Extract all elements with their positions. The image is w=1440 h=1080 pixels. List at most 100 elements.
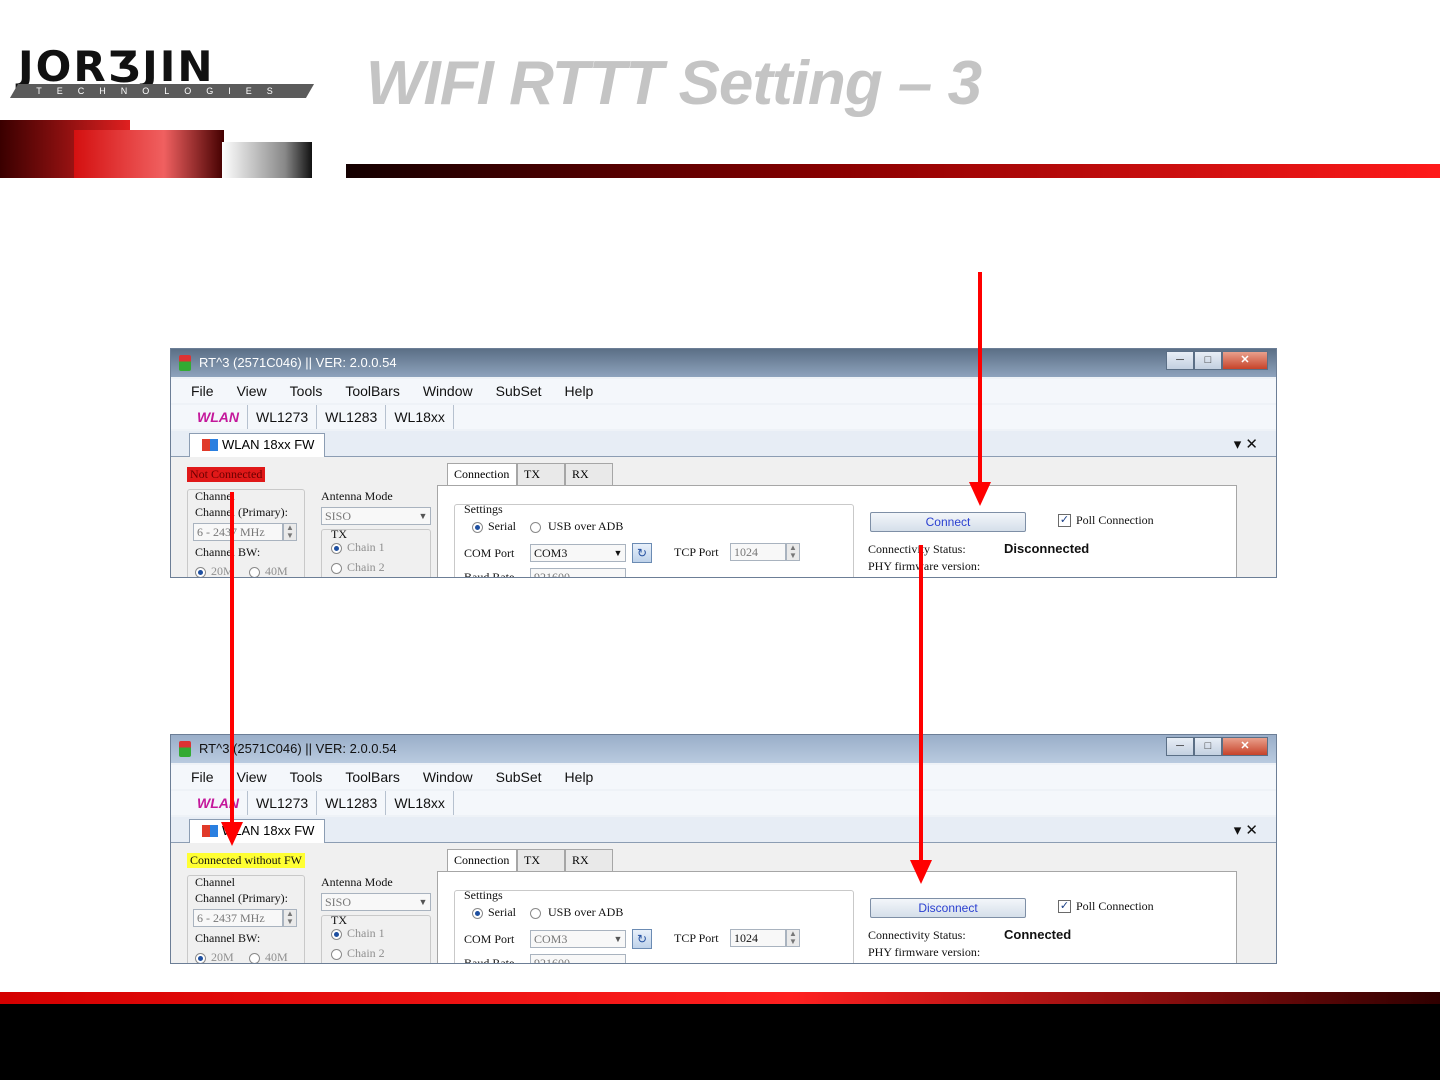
tx-label: TX: [331, 527, 347, 541]
bw-40m-radio[interactable]: [249, 953, 260, 963]
tab-connection[interactable]: Connection: [447, 463, 517, 485]
antenna-mode-label: Antenna Mode: [321, 489, 393, 503]
maximize-icon[interactable]: □: [1194, 737, 1222, 756]
toolbar-wlan[interactable]: WLAN: [197, 791, 248, 815]
tcp-port-spinner[interactable]: ▲ ▼: [786, 929, 800, 947]
connectivity-status-value: Connected: [1004, 927, 1072, 942]
slide: JORƷJIN TECHNOLOGIES WIFI RTTT Setting –…: [0, 0, 1440, 1080]
toolbar-wl18xx[interactable]: WL18xx: [386, 791, 454, 815]
connect-button[interactable]: Connect: [870, 512, 1026, 532]
toolbar-wl1283[interactable]: WL1283: [317, 405, 387, 429]
baud-rate-label: Baud Rate: [464, 570, 515, 578]
usb-adb-label: USB over ADB: [548, 519, 624, 533]
usb-adb-radio[interactable]: [530, 908, 541, 919]
menu-tools[interactable]: Tools: [290, 379, 323, 403]
toolbar-wl1283[interactable]: WL1283: [317, 791, 387, 815]
app-icon: [179, 355, 191, 371]
toolbar-wl18xx[interactable]: WL18xx: [386, 405, 454, 429]
menu-view[interactable]: View: [237, 379, 267, 403]
poll-connection-checkbox[interactable]: ✓: [1058, 514, 1071, 527]
channel-spinner[interactable]: ▲ ▼: [283, 909, 297, 927]
menu-tools[interactable]: Tools: [290, 765, 323, 789]
title-bar: RT^3 (2571C046) || VER: 2.0.0.54 ─ □ ✕: [171, 349, 1276, 377]
menu-window[interactable]: Window: [423, 379, 473, 403]
tab-tx[interactable]: TX: [517, 463, 565, 485]
tab-connection[interactable]: Connection: [447, 849, 517, 871]
close-icon[interactable]: ✕: [1222, 351, 1268, 370]
jorjin-logo: JORƷJIN TECHNOLOGIES: [8, 16, 315, 100]
channel-primary-field[interactable]: 6 - 2437 MHz: [193, 523, 283, 541]
menu-subset[interactable]: SubSet: [496, 379, 542, 403]
menu-view[interactable]: View: [237, 765, 267, 789]
toolbar-wlan[interactable]: WLAN: [197, 405, 248, 429]
minimize-icon[interactable]: ─: [1166, 351, 1194, 370]
window-title: RT^3 (2571C046) || VER: 2.0.0.54: [199, 741, 397, 756]
antenna-mode-select[interactable]: SISO: [321, 507, 431, 525]
annotation-arrow-disconnect: [919, 545, 923, 861]
app-window-connected: RT^3 (2571C046) || VER: 2.0.0.54 ─ □ ✕ F…: [170, 734, 1277, 964]
antenna-mode-label: Antenna Mode: [321, 875, 393, 889]
connection-status-label: Connected without FW: [187, 853, 305, 868]
tab-rx[interactable]: RX: [565, 849, 613, 871]
tab-wlan-18xx-fw[interactable]: WLAN 18xx FW: [189, 819, 325, 843]
bw-40m-radio[interactable]: [249, 567, 260, 577]
bw-20m-radio[interactable]: [195, 567, 206, 577]
com-port-label: COM Port: [464, 932, 515, 946]
menu-subset[interactable]: SubSet: [496, 765, 542, 789]
tab-rx[interactable]: RX: [565, 463, 613, 485]
serial-radio[interactable]: [472, 522, 483, 533]
chain2-radio[interactable]: [331, 949, 342, 960]
menu-file[interactable]: File: [191, 379, 214, 403]
baud-rate-select[interactable]: 921600: [530, 568, 626, 577]
chain2-radio[interactable]: [331, 563, 342, 574]
baud-rate-select[interactable]: 921600: [530, 954, 626, 963]
bw-20m-radio[interactable]: [195, 953, 206, 963]
chain1-radio[interactable]: [331, 929, 342, 940]
settings-group: [454, 890, 854, 963]
disconnect-button[interactable]: Disconnect: [870, 898, 1026, 918]
slide-title: WIFI RTTT Setting – 3: [366, 49, 982, 118]
channel-spinner[interactable]: ▲ ▼: [283, 523, 297, 541]
refresh-icon[interactable]: ↻: [632, 929, 652, 949]
serial-label: Serial: [488, 905, 516, 919]
tab-tx[interactable]: TX: [517, 849, 565, 871]
channel-primary-field[interactable]: 6 - 2437 MHz: [193, 909, 283, 927]
tab-wlan-18xx-fw[interactable]: WLAN 18xx FW: [189, 433, 325, 457]
tcp-port-field[interactable]: 1024: [730, 929, 786, 947]
channel-bw-label: Channel BW:: [195, 545, 261, 559]
bw-40m-label: 40M: [265, 564, 288, 578]
close-icon[interactable]: ✕: [1222, 737, 1268, 756]
bw-20m-label: 20M: [211, 950, 234, 964]
chevron-down-icon: ▼: [418, 511, 428, 521]
title-bar: RT^3 (2571C046) || VER: 2.0.0.54 ─ □ ✕: [171, 735, 1276, 763]
poll-connection-checkbox[interactable]: ✓: [1058, 900, 1071, 913]
tcp-port-spinner[interactable]: ▲ ▼: [786, 543, 800, 561]
toolbar-wl1273[interactable]: WL1273: [248, 791, 318, 815]
document-tab-strip: WLAN 18xx FW ▾ ✕: [171, 431, 1276, 457]
menu-help[interactable]: Help: [565, 765, 594, 789]
maximize-icon[interactable]: □: [1194, 351, 1222, 370]
chevron-down-icon: ▼: [613, 548, 623, 558]
dock-controls[interactable]: ▾ ✕: [1234, 821, 1258, 839]
menu-help[interactable]: Help: [565, 379, 594, 403]
decor-block: [222, 142, 312, 178]
antenna-mode-select[interactable]: SISO: [321, 893, 431, 911]
poll-connection-label: Poll Connection: [1076, 513, 1154, 527]
toolbar-wl1273[interactable]: WL1273: [248, 405, 318, 429]
minimize-icon[interactable]: ─: [1166, 737, 1194, 756]
channel-primary-label: Channel (Primary):: [195, 891, 288, 905]
chain1-radio[interactable]: [331, 543, 342, 554]
menu-window[interactable]: Window: [423, 765, 473, 789]
menu-bar: File View Tools ToolBars Window SubSet H…: [171, 379, 1276, 403]
menu-toolbars[interactable]: ToolBars: [345, 379, 399, 403]
refresh-icon[interactable]: ↻: [632, 543, 652, 563]
usb-adb-radio[interactable]: [530, 522, 541, 533]
device-toolbar: WLAN WL1273 WL1283 WL18xx: [171, 791, 1276, 815]
tcp-port-field[interactable]: 1024: [730, 543, 786, 561]
serial-radio[interactable]: [472, 908, 483, 919]
dock-controls[interactable]: ▾ ✕: [1234, 435, 1258, 453]
panel-content: Not Connected Channel Channel (Primary):…: [171, 457, 1276, 578]
menu-toolbars[interactable]: ToolBars: [345, 765, 399, 789]
tcp-port-label: TCP Port: [674, 545, 719, 559]
menu-file[interactable]: File: [191, 765, 214, 789]
